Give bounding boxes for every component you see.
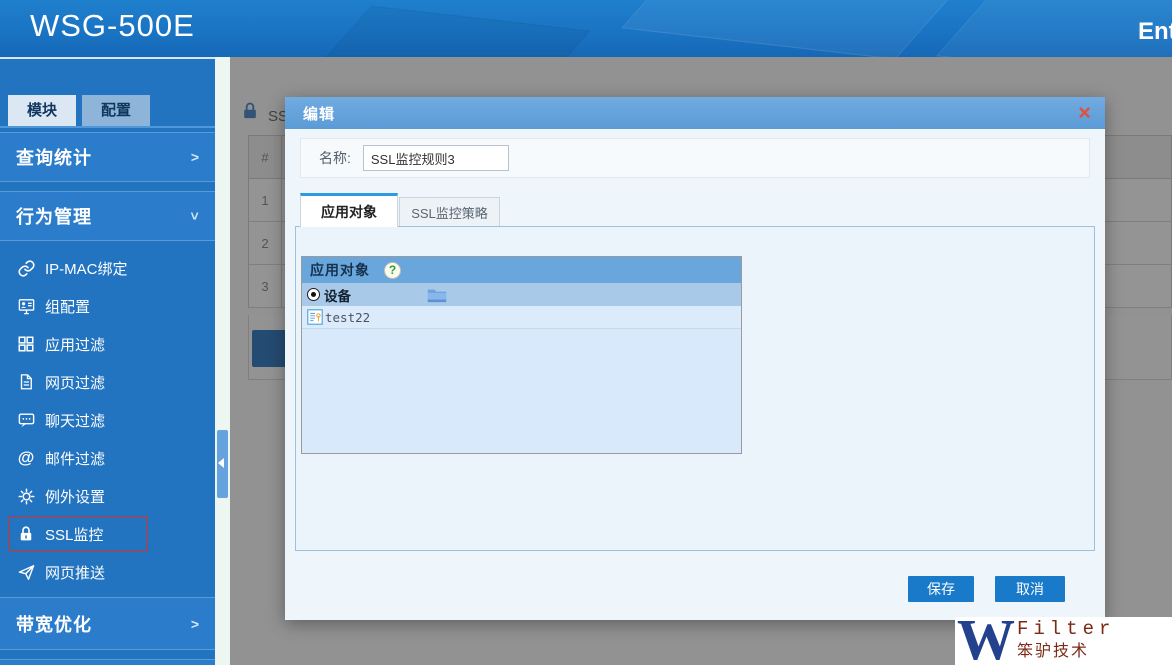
- keyboard-deco: [621, 0, 958, 57]
- dialog-header[interactable]: 编辑 ×: [285, 97, 1105, 129]
- sidebar-collapse-handle[interactable]: [217, 430, 228, 498]
- app-window: WSG-500E Ent 模块 配置 查询统计 > 行为管理 > IP-MAC绑…: [0, 0, 1172, 665]
- cancel-button[interactable]: 取消: [995, 576, 1065, 602]
- id-card-icon: [16, 296, 36, 316]
- collapse-arrow-icon: [218, 458, 224, 468]
- tab-ssl-policy[interactable]: SSL监控策略: [399, 197, 500, 227]
- folder-icon: [427, 287, 447, 303]
- chat-icon: [16, 410, 36, 430]
- list-item-test22[interactable]: test22: [302, 306, 741, 329]
- sidebar: 模块 配置 查询统计 > 行为管理 > IP-MAC绑定: [0, 57, 215, 665]
- top-header: WSG-500E Ent: [0, 0, 1172, 57]
- sidebar-tab-modules[interactable]: 模块: [8, 95, 76, 126]
- name-input[interactable]: [363, 145, 509, 171]
- product-title: WSG-500E: [30, 8, 195, 44]
- chevron-right-icon: >: [191, 616, 199, 632]
- paper-plane-icon: [16, 562, 36, 582]
- sidebar-item-exception-settings[interactable]: 例外设置: [0, 477, 215, 515]
- device-radio-row[interactable]: 设备: [302, 283, 741, 306]
- edit-dialog: 编辑 × 名称: 应用对象 SSL监控策略 应用对象 ? 设备: [285, 97, 1105, 620]
- grid-icon: [16, 334, 36, 354]
- sidebar-item-mail-filter[interactable]: @ 邮件过滤: [0, 439, 215, 477]
- keyboard-deco: [936, 0, 1172, 57]
- at-icon: @: [16, 448, 36, 468]
- tab-apply-objects[interactable]: 应用对象: [300, 193, 398, 227]
- keyboard-deco: [310, 6, 591, 57]
- header-right-text: Ent: [1138, 18, 1172, 46]
- sidebar-collapse-strip: [215, 57, 230, 665]
- save-button[interactable]: 保存: [908, 576, 974, 602]
- sidebar-item-chat-filter[interactable]: 聊天过滤: [0, 401, 215, 439]
- sidebar-section-behavior-mgmt[interactable]: 行为管理 >: [0, 191, 215, 241]
- name-field-row: 名称:: [300, 138, 1090, 178]
- sidebar-section-query-stats[interactable]: 查询统计 >: [0, 132, 215, 182]
- help-icon[interactable]: ?: [384, 262, 401, 279]
- sidebar-menu: IP-MAC绑定 组配置: [0, 249, 215, 591]
- gear-icon: [16, 486, 36, 506]
- certificate-icon: [307, 309, 323, 325]
- brand-watermark: W Filter 笨驴技术: [955, 617, 1172, 665]
- sidebar-tab-config[interactable]: 配置: [82, 95, 150, 126]
- sidebar-item-group-config[interactable]: 组配置: [0, 287, 215, 325]
- sidebar-item-web-filter[interactable]: 网页过滤: [0, 363, 215, 401]
- chevron-down-icon: >: [187, 212, 203, 220]
- name-label: 名称:: [319, 148, 351, 168]
- sidebar-item-ssl-monitor[interactable]: SSL监控: [0, 515, 215, 553]
- divider: [0, 126, 215, 128]
- apply-objects-panel: 应用对象 ? 设备: [295, 226, 1095, 551]
- sidebar-item-ip-mac-binding[interactable]: IP-MAC绑定: [0, 249, 215, 287]
- sidebar-item-web-push[interactable]: 网页推送: [0, 553, 215, 591]
- object-tree-box: 应用对象 ? 设备: [301, 256, 742, 454]
- sidebar-section-partial: [0, 659, 215, 665]
- sidebar-section-bandwidth-opt[interactable]: 带宽优化 >: [0, 597, 215, 650]
- brand-name: Filter: [1017, 618, 1115, 641]
- sidebar-item-app-filter[interactable]: 应用过滤: [0, 325, 215, 363]
- logo-w: W: [957, 617, 1015, 665]
- chevron-right-icon: >: [191, 149, 199, 165]
- dialog-title: 编辑: [303, 103, 335, 124]
- page-icon: [16, 372, 36, 392]
- object-tree-header: 应用对象 ?: [302, 257, 741, 283]
- radio-selected-icon[interactable]: [307, 288, 320, 301]
- company-name: 笨驴技术: [1017, 641, 1115, 662]
- close-icon[interactable]: ×: [1078, 100, 1091, 126]
- link-icon: [16, 258, 36, 278]
- lock-icon: [16, 524, 36, 544]
